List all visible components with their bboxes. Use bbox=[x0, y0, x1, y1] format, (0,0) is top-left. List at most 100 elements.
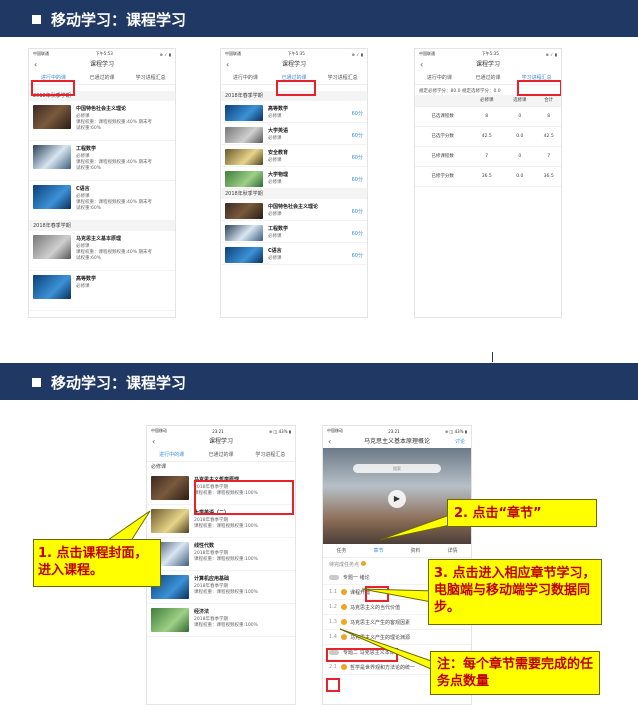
course-item[interactable]: 计算机应用基础 2018年春季学期 课程权重：课程视频权重:100% bbox=[147, 571, 295, 604]
course-item[interactable]: 安全教育 必修课 60分 bbox=[221, 145, 367, 167]
section-label: 2018年秋季学期 bbox=[221, 189, 367, 199]
nav-bar: ‹ 课程学习 bbox=[147, 436, 295, 448]
course-item[interactable]: 马克思主义基本原理 必修课 课程权重：课程视频权重:40% 期末考 试权重:60% bbox=[29, 231, 175, 271]
tab-in-progress[interactable]: 进行中的课 bbox=[147, 451, 196, 458]
course-name: 大学物理 bbox=[268, 172, 289, 178]
course-name: 工程数学 bbox=[76, 146, 97, 152]
course-score: 60分 bbox=[351, 209, 363, 215]
chapter-title: 马克思主义的当代价值 bbox=[349, 604, 400, 611]
tab-details[interactable]: 详情 bbox=[434, 547, 471, 554]
carrier: 中国移动 bbox=[327, 428, 343, 433]
tab-in-progress[interactable]: 进行中的课 bbox=[29, 74, 78, 81]
back-arrow-icon[interactable]: ‹ bbox=[420, 59, 423, 71]
course-cover[interactable] bbox=[151, 476, 189, 500]
discussion-link[interactable]: 讨论 bbox=[455, 436, 465, 448]
course-thumbnail[interactable] bbox=[33, 235, 71, 259]
tab-progress-summary[interactable]: 学习进程汇总 bbox=[246, 451, 295, 458]
course-cover[interactable] bbox=[151, 509, 189, 533]
tab-passed[interactable]: 已通过的课 bbox=[464, 74, 513, 81]
course-item[interactable]: 中国特色社会主义理论 必修课 课程权重：课程视频权重:40% 期末考 试权重:60% bbox=[29, 101, 175, 141]
course-item[interactable]: 大学英语 必修课 60分 bbox=[221, 123, 367, 145]
back-arrow-icon[interactable]: ‹ bbox=[152, 436, 155, 448]
course-thumbnail[interactable] bbox=[33, 105, 71, 129]
tab-tasks[interactable]: 任务 bbox=[323, 547, 360, 554]
table-cell: 已修课程数 bbox=[415, 146, 471, 167]
nav-bar: ‹ 课程学习 bbox=[221, 59, 367, 71]
tab-chapters[interactable]: 章节 bbox=[360, 547, 397, 554]
course-thumbnail[interactable] bbox=[225, 247, 263, 263]
tab-in-progress[interactable]: 进行中的课 bbox=[221, 74, 270, 81]
toggle-icon[interactable] bbox=[329, 649, 339, 655]
course-thumbnail[interactable] bbox=[225, 149, 263, 165]
course-name: 工程数学 bbox=[268, 226, 289, 232]
course-item[interactable]: 高等数学 必修课 60分 bbox=[221, 101, 367, 123]
tab-in-progress[interactable]: 进行中的课 bbox=[415, 74, 464, 81]
course-cover[interactable] bbox=[151, 608, 189, 632]
course-type: 必修课 bbox=[268, 180, 282, 185]
tab-progress-summary[interactable]: 学习进程汇总 bbox=[126, 74, 175, 81]
course-item[interactable]: C语言 必修课 60分 bbox=[221, 243, 367, 265]
chapter-number: 1.2 bbox=[329, 604, 337, 610]
course-thumbnail[interactable] bbox=[225, 171, 263, 187]
course-item[interactable]: 高等数学 必修课 bbox=[29, 271, 175, 311]
tab-passed[interactable]: 已通过的课 bbox=[270, 74, 319, 81]
table-cell: 0 bbox=[503, 106, 537, 127]
course-thumbnail[interactable] bbox=[225, 127, 263, 143]
course-item[interactable]: 大学英语（二） 2018年春季学期 课程权重：课程视频权重:100% bbox=[147, 505, 295, 538]
status-icons: ⊕ ✓ ▮ bbox=[159, 51, 171, 57]
course-type: 必修课 bbox=[268, 234, 282, 239]
status-bar: 中国联通 下午5:53 ⊕ ✓ ▮ bbox=[29, 49, 175, 59]
task-dot-icon bbox=[340, 664, 347, 670]
chapter-item[interactable]: 1.4 马克思主义产生的理论渊源 bbox=[323, 630, 471, 645]
course-item[interactable]: 工程数学 必修课 课程权重：课程视频权重:40% 期末考 试权重:60% bbox=[29, 141, 175, 181]
tab-materials[interactable]: 资料 bbox=[397, 547, 434, 554]
course-score: 60分 bbox=[351, 155, 363, 161]
table-header bbox=[415, 95, 471, 107]
nav-title: 课程学习 bbox=[208, 438, 233, 445]
course-cover-banner: 搜索 ▶ bbox=[323, 448, 471, 544]
status-bar: 中国移动 23:21 ⊕ ◫ 43% ▮ bbox=[323, 426, 471, 436]
course-item[interactable]: 工程数学 必修课 60分 bbox=[221, 221, 367, 243]
course-item[interactable]: 马克思主义哲学原理 2018年春季学期 课程权重：课程视频权重:100% bbox=[147, 472, 295, 505]
status-icons: ⊕ ◫ 43% ▮ bbox=[268, 428, 291, 434]
nav-title: 课程学习 bbox=[89, 61, 114, 68]
course-thumbnail[interactable] bbox=[33, 145, 71, 169]
course-item[interactable]: 中国特色社会主义理论 必修课 60分 bbox=[221, 199, 367, 221]
tab-passed[interactable]: 已通过的课 bbox=[78, 74, 127, 81]
tab-bar: 进行中的课 已通过的课 学习进程汇总 bbox=[221, 71, 367, 85]
course-item[interactable]: C语言 必修课 课程权重：课程视频权重:40% 期末考 试权重:60% bbox=[29, 181, 175, 221]
course-thumbnail[interactable] bbox=[225, 105, 263, 121]
course-item[interactable]: 经济法 2018年春季学期 课程权重：课程视频权重:100% bbox=[147, 604, 295, 637]
status-bar: 中国移动 23:21 ⊕ ◫ 43% ▮ bbox=[147, 426, 295, 436]
course-weight: 课程权重：课程视频权重:100% bbox=[194, 590, 258, 595]
chapter-title: 哲学是世界观和方法论的统一 bbox=[349, 664, 415, 671]
time: 23:21 bbox=[388, 428, 400, 434]
tab-progress-summary[interactable]: 学习进程汇总 bbox=[318, 74, 367, 81]
search-input[interactable]: 搜索 bbox=[353, 464, 441, 473]
course-item[interactable]: 大学物理 必修课 60分 bbox=[221, 167, 367, 189]
tab-passed[interactable]: 已通过的课 bbox=[196, 451, 245, 458]
course-item[interactable]: 线性代数 2018年春季学期 课程权重：课程视频权重:100% bbox=[147, 538, 295, 571]
course-name: C语言 bbox=[76, 186, 90, 192]
back-arrow-icon[interactable]: ‹ bbox=[34, 59, 37, 71]
status-bar: 中国联通 下午5:35 ⊕ ✓ ▮ bbox=[221, 49, 367, 59]
course-thumbnail[interactable] bbox=[225, 225, 263, 241]
course-thumbnail[interactable] bbox=[225, 203, 263, 219]
callout-note: 注：每个章节需要完成的任务点数量 bbox=[430, 651, 600, 695]
callout-step-3: 3. 点击进入相应章节学习，电脑端与移动端学习数据同步。 bbox=[428, 559, 602, 625]
nav-bar: ‹ 课程学习 bbox=[29, 59, 175, 71]
course-type: 必修课 bbox=[76, 284, 90, 289]
course-thumbnail[interactable] bbox=[33, 185, 71, 209]
chapter-title: 专题一 绪论 bbox=[343, 574, 370, 581]
table-cell: 0.0 bbox=[503, 126, 537, 147]
tab-progress-summary[interactable]: 学习进程汇总 bbox=[512, 74, 561, 81]
tab-bar: 进行中的课 已通过的课 学习进程汇总 bbox=[415, 71, 561, 85]
back-arrow-icon[interactable]: ‹ bbox=[226, 59, 229, 71]
table-header: 必修课 bbox=[470, 95, 504, 107]
table-row: 已修学分数 36.5 0.0 36.5 bbox=[415, 166, 561, 187]
toggle-icon[interactable] bbox=[329, 574, 339, 580]
status-bar: 中国联通 下午5:35 ⊕ ✓ ▮ bbox=[415, 49, 561, 59]
back-arrow-icon[interactable]: ‹ bbox=[328, 436, 331, 448]
play-icon[interactable]: ▶ bbox=[388, 490, 406, 508]
course-thumbnail[interactable] bbox=[33, 275, 71, 299]
